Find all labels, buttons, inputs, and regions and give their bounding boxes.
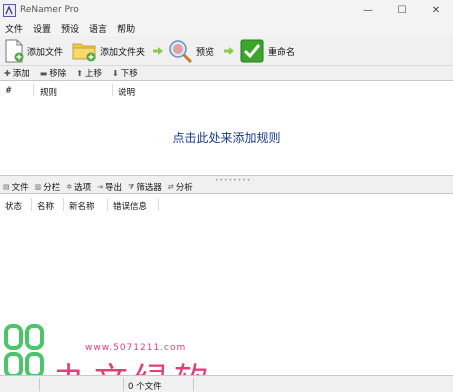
rename-button[interactable]: 重命名: [240, 39, 295, 63]
preview-label: 预览: [196, 47, 215, 58]
watermark-url: www.5071211.com: [85, 343, 187, 353]
files-column-name[interactable]: 名称: [37, 200, 54, 212]
menu-help[interactable]: 帮助: [112, 22, 140, 35]
options-menu-button[interactable]: ✲ 选项: [66, 181, 91, 193]
arrow-right-icon: [153, 47, 163, 55]
files-column-status[interactable]: 状态: [5, 200, 22, 212]
export-menu-button[interactable]: ⇥ 导出: [97, 181, 122, 193]
menu-language[interactable]: 语言: [84, 22, 112, 35]
arrow-right-icon: [224, 47, 234, 55]
add-rule-button[interactable]: ✚ 添加: [4, 67, 30, 80]
menu-settings[interactable]: 设置: [28, 22, 56, 35]
close-icon: ✕: [431, 4, 441, 16]
files-toolbar: ▤ 文件 ▥ 分栏 ✲ 选项 ⇥ 导出 ⧩ 筛选器 ⇄ 分析: [0, 181, 453, 193]
move-up-button[interactable]: ⬆ 上移: [76, 67, 102, 80]
remove-rule-button[interactable]: ▬ 移除: [39, 67, 67, 80]
add-folders-label: 添加文件夹: [100, 47, 146, 58]
rules-column-number[interactable]: #: [5, 86, 12, 96]
files-menu-button[interactable]: ▤ 文件: [3, 181, 29, 193]
columns-menu-button[interactable]: ▥ 分栏: [35, 181, 61, 193]
add-folders-button[interactable]: 添加文件夹: [72, 39, 145, 63]
arrow-down-icon: ⬇: [112, 68, 119, 78]
add-rule-hint[interactable]: 点击此处来添加规则: [0, 129, 453, 146]
checkmark-icon: [240, 39, 264, 63]
close-button[interactable]: ✕: [419, 0, 453, 20]
menu-presets[interactable]: 预设: [56, 22, 84, 35]
column-divider[interactable]: [158, 198, 159, 211]
move-down-button[interactable]: ⬇ 下移: [112, 67, 138, 80]
arrow-up-icon: ⬆: [76, 68, 83, 78]
rename-label: 重命名: [268, 47, 296, 58]
window-title: ReNamer Pro: [20, 5, 79, 15]
main-toolbar: 添加文件 添加文件夹 预览 重命名: [0, 36, 453, 66]
add-files-label: 添加文件: [27, 47, 64, 58]
files-column-new-name[interactable]: 新名称: [69, 200, 95, 212]
status-segment: [0, 378, 40, 391]
files-icon: ▤: [3, 183, 10, 191]
menu-file[interactable]: 文件: [0, 22, 28, 35]
status-segment: [40, 378, 124, 391]
add-files-button[interactable]: 添加文件: [3, 39, 63, 63]
app-icon: [3, 3, 16, 17]
rules-column-description[interactable]: 说明: [118, 86, 135, 98]
minus-icon: ▬: [39, 68, 48, 78]
preview-button[interactable]: 预览: [168, 39, 214, 63]
filter-icon: ⧩: [128, 182, 135, 191]
magnifier-icon: [169, 40, 193, 63]
column-divider[interactable]: [33, 84, 34, 96]
status-bar: 0 个文件: [0, 375, 453, 392]
files-column-error[interactable]: 错误信息: [113, 200, 147, 212]
maximize-icon: ☐: [397, 4, 407, 16]
minimize-icon: —: [363, 4, 373, 16]
rules-table[interactable]: # 规则 说明 点击此处来添加规则: [0, 81, 453, 176]
columns-icon: ▥: [34, 183, 42, 191]
rules-toolbar: ✚ 添加 ▬ 移除 ⬆ 上移 ⬇ 下移: [0, 66, 453, 81]
plus-icon: ✚: [4, 68, 11, 78]
maximize-button[interactable]: ☐: [385, 0, 419, 20]
add-folder-icon: [72, 43, 96, 62]
menu-bar: 文件 设置 预设 语言 帮助: [0, 20, 453, 36]
analyze-icon: ⇄: [167, 183, 174, 191]
column-divider[interactable]: [63, 198, 64, 211]
column-divider[interactable]: [112, 84, 113, 96]
analyze-menu-button[interactable]: ⇄ 分析: [168, 181, 193, 193]
rules-column-rule[interactable]: 规则: [40, 86, 57, 98]
status-segment: [124, 378, 194, 391]
column-divider[interactable]: [31, 198, 32, 211]
options-icon: ✲: [66, 183, 73, 191]
minimize-button[interactable]: —: [351, 0, 385, 20]
files-table[interactable]: 状态 名称 新名称 错误信息: [0, 193, 453, 375]
add-files-icon: [5, 39, 24, 63]
column-divider[interactable]: [107, 198, 108, 211]
export-icon: ⇥: [97, 183, 104, 191]
filter-menu-button[interactable]: ⧩ 筛选器: [128, 181, 162, 194]
